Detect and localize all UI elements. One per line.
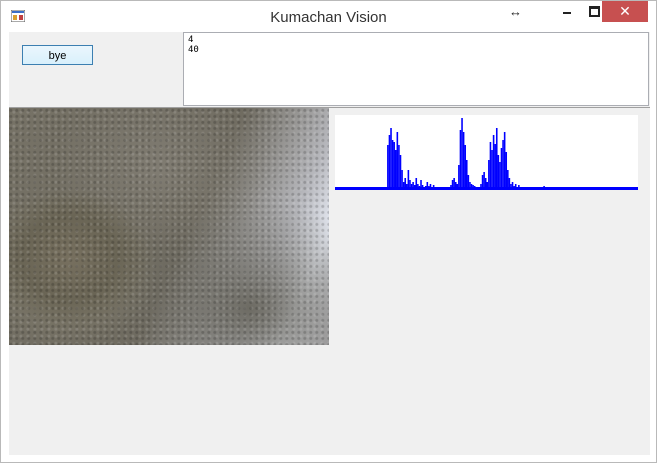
histogram-bar xyxy=(492,135,495,190)
histogram-bar xyxy=(503,132,506,190)
histogram-bar xyxy=(387,145,389,190)
histogram-baseline xyxy=(335,187,638,190)
histogram-bar xyxy=(458,165,460,190)
camera-preview xyxy=(9,108,329,345)
histogram-bar xyxy=(464,145,466,190)
histogram xyxy=(335,115,638,190)
histogram-bar xyxy=(488,160,490,190)
histogram-bar xyxy=(499,162,501,190)
histogram-bar xyxy=(491,150,493,190)
histogram-bar xyxy=(398,145,400,190)
histogram-bar xyxy=(500,148,503,190)
histogram-bar xyxy=(489,142,492,190)
histogram-bar xyxy=(465,160,468,190)
output-line: 40 xyxy=(188,45,199,55)
histogram-bar xyxy=(396,132,399,190)
histogram-bar xyxy=(495,128,498,190)
output-line: 4 xyxy=(188,35,194,45)
minimize-button[interactable] xyxy=(552,1,581,22)
histogram-bar xyxy=(494,144,496,190)
histogram-bar xyxy=(462,132,465,190)
output-textbox[interactable]: 4 40 xyxy=(183,32,649,106)
histogram-bar xyxy=(459,130,462,190)
histogram-bar xyxy=(390,128,392,190)
close-icon: ✕ xyxy=(619,3,631,19)
histogram-bar xyxy=(394,150,397,190)
app-window: Kumachan Vision ↔ ✕ bye 4 40 xyxy=(0,0,657,463)
histogram-bar xyxy=(502,140,504,190)
histogram-bar xyxy=(497,155,500,190)
maximize-icon xyxy=(589,6,600,17)
histogram-bar xyxy=(461,118,463,190)
histogram-bar xyxy=(505,152,508,190)
client-area: bye 4 40 xyxy=(9,32,650,455)
histogram-bar xyxy=(388,135,391,190)
camera-texture xyxy=(9,108,329,345)
bye-button[interactable]: bye xyxy=(22,45,93,65)
minimize-icon xyxy=(563,12,571,14)
histogram-bar xyxy=(399,155,402,190)
resize-arrows-icon[interactable]: ↔ xyxy=(509,4,522,19)
close-button[interactable]: ✕ xyxy=(602,1,648,22)
histogram-bar xyxy=(393,142,395,190)
histogram-bar xyxy=(391,140,394,190)
titlebar[interactable]: Kumachan Vision ↔ ✕ xyxy=(1,1,656,32)
